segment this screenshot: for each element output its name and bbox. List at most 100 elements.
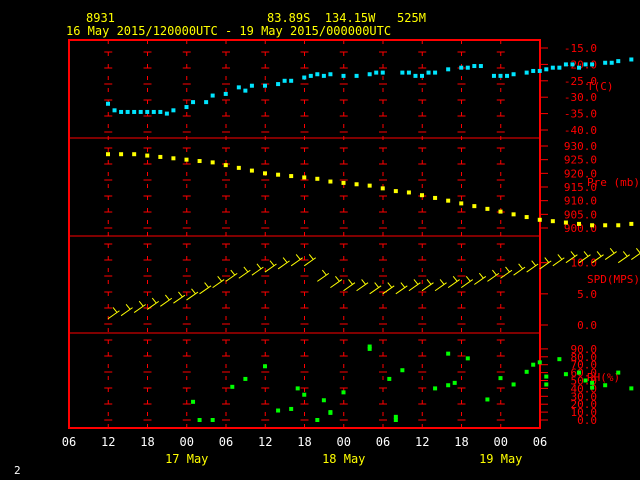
- data-point: [629, 386, 634, 391]
- x-tick-label: 06: [62, 435, 76, 449]
- data-point: [616, 223, 621, 228]
- wind-barb-flag: [243, 266, 249, 273]
- data-point: [616, 59, 621, 64]
- data-point: [511, 212, 516, 217]
- y-tick-label: 0.0: [577, 319, 597, 332]
- data-point: [249, 83, 254, 88]
- wind-barb-flag: [570, 251, 576, 257]
- data-point: [406, 70, 411, 75]
- panel-3: 90.080.070.060.050.040.030.020.010.00.0R…: [191, 343, 634, 427]
- x-tick-label: 12: [101, 435, 115, 449]
- data-point: [498, 376, 503, 381]
- data-point: [263, 83, 267, 88]
- data-point: [184, 105, 189, 110]
- data-point: [158, 109, 163, 114]
- data-point: [236, 85, 241, 90]
- x-tick-label: 18: [454, 435, 468, 449]
- data-point: [459, 65, 464, 70]
- wind-barb-flag: [282, 257, 288, 263]
- wind-barb: [225, 272, 238, 282]
- data-point: [544, 374, 549, 379]
- wind-barb: [303, 257, 317, 267]
- data-point: [393, 189, 398, 194]
- data-point: [191, 399, 196, 404]
- panel-0: -15.0-20.0-25.0-30.0-35.0-40.0T(C): [106, 42, 634, 137]
- data-point: [433, 386, 438, 391]
- data-point: [563, 62, 568, 67]
- data-point: [485, 206, 490, 211]
- data-point: [420, 193, 424, 198]
- data-point: [315, 418, 320, 422]
- data-point: [616, 370, 621, 375]
- data-point: [302, 75, 307, 80]
- data-point: [505, 73, 510, 78]
- wind-barb-flag: [138, 300, 144, 307]
- y-tick-label: -35.0: [564, 108, 597, 121]
- y-tick-label: -40.0: [564, 124, 597, 137]
- data-point: [400, 70, 405, 75]
- x-tick-label: 06: [376, 435, 390, 449]
- wind-barb-flag: [465, 275, 471, 282]
- wind-barb-flag: [505, 266, 510, 273]
- data-point: [446, 383, 451, 388]
- data-point: [276, 408, 281, 413]
- wind-barb-flag: [583, 251, 589, 257]
- wind-barb-flag: [426, 279, 432, 285]
- data-point: [603, 383, 608, 388]
- data-point: [400, 368, 405, 373]
- panel-label: SPD(MPS): [587, 273, 640, 286]
- wind-barb: [199, 285, 212, 295]
- data-point: [537, 68, 542, 73]
- data-point: [524, 215, 529, 220]
- data-point: [498, 209, 503, 214]
- data-point: [223, 91, 228, 96]
- data-point: [609, 60, 614, 65]
- wind-barb-flag: [125, 304, 131, 310]
- data-point: [544, 67, 549, 72]
- wind-barb: [474, 276, 487, 285]
- wind-barb-flag: [596, 251, 602, 257]
- data-point: [590, 380, 595, 385]
- wind-barb: [251, 266, 264, 276]
- data-point: [197, 418, 202, 422]
- data-point: [210, 160, 215, 165]
- data-point: [204, 100, 209, 105]
- page-number: 2: [14, 464, 21, 477]
- wind-barb: [408, 282, 421, 292]
- wind-barb-flag: [295, 254, 301, 260]
- data-point: [145, 109, 150, 114]
- wind-barb: [330, 279, 343, 289]
- data-point: [191, 100, 196, 105]
- data-point: [138, 109, 143, 114]
- x-tick-label: 00: [180, 435, 194, 449]
- wind-barb-flag: [400, 282, 406, 288]
- data-point: [465, 65, 470, 70]
- data-point: [119, 152, 124, 157]
- data-point: [387, 376, 392, 381]
- data-point: [230, 384, 235, 389]
- data-point: [132, 109, 137, 114]
- data-point: [223, 163, 228, 168]
- y-tick-label: 905.0: [564, 208, 597, 221]
- data-point: [158, 154, 163, 159]
- wind-barb: [604, 251, 617, 260]
- wind-barb: [539, 260, 552, 270]
- data-point: [537, 360, 542, 365]
- wind-barb: [500, 269, 513, 279]
- data-point: [132, 152, 137, 157]
- wind-barb: [107, 310, 120, 320]
- wind-barb: [617, 254, 631, 264]
- wind-barb-flag: [151, 297, 157, 304]
- data-point: [420, 73, 424, 78]
- day-label: 19 May: [479, 452, 522, 466]
- x-tick-label: 00: [337, 435, 351, 449]
- data-point: [393, 418, 398, 422]
- data-point: [341, 180, 346, 185]
- wind-barb: [173, 294, 186, 304]
- panel-label: Pre (mb): [587, 176, 640, 189]
- wind-barb-flag: [112, 307, 118, 313]
- data-point: [452, 380, 457, 385]
- data-point: [590, 385, 595, 390]
- data-point: [249, 168, 254, 173]
- wind-barb: [382, 285, 395, 295]
